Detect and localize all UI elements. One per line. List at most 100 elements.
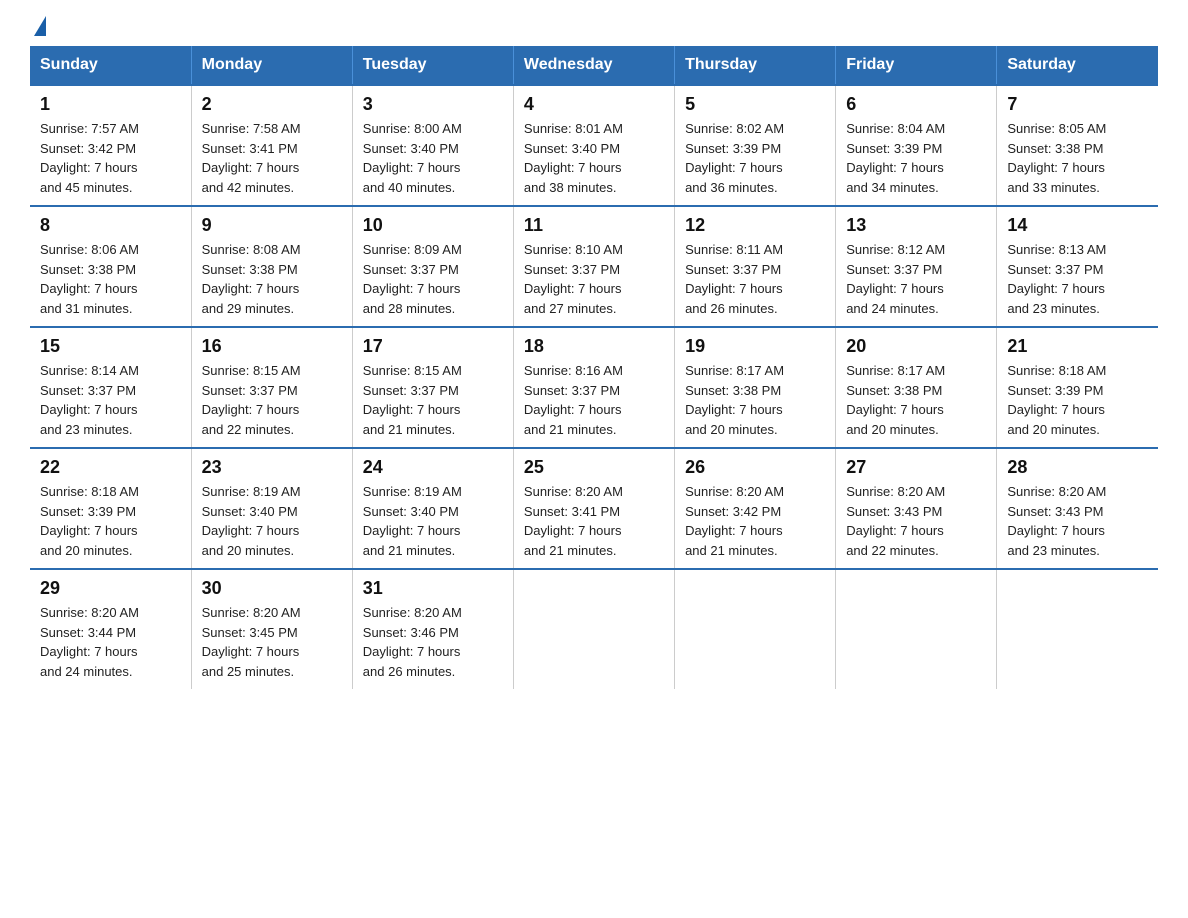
calendar-cell: 20Sunrise: 8:17 AM Sunset: 3:38 PM Dayli… [836,327,997,448]
day-info: Sunrise: 8:09 AM Sunset: 3:37 PM Dayligh… [363,240,503,318]
day-number: 10 [363,215,503,236]
logo-triangle-icon [34,16,46,36]
day-info: Sunrise: 8:20 AM Sunset: 3:43 PM Dayligh… [846,482,986,560]
day-number: 6 [846,94,986,115]
day-number: 16 [202,336,342,357]
day-info: Sunrise: 8:05 AM Sunset: 3:38 PM Dayligh… [1007,119,1148,197]
day-info: Sunrise: 8:06 AM Sunset: 3:38 PM Dayligh… [40,240,181,318]
day-info: Sunrise: 8:19 AM Sunset: 3:40 PM Dayligh… [202,482,342,560]
day-info: Sunrise: 8:15 AM Sunset: 3:37 PM Dayligh… [202,361,342,439]
calendar-week-row: 29 Sunrise: 8:20 AM Sunset: 3:44 PM Dayli… [30,569,1158,689]
calendar-cell: 5 Sunrise: 8:02 AM Sunset: 3:39 PM Daylig… [675,85,836,206]
day-number: 4 [524,94,664,115]
header-tuesday: Tuesday [352,46,513,85]
calendar-cell: 17 Sunrise: 8:15 AM Sunset: 3:37 PM Dayli… [352,327,513,448]
calendar-cell: 18 Sunrise: 8:16 AM Sunset: 3:37 PM Dayli… [513,327,674,448]
day-number: 14 [1007,215,1148,236]
day-number: 12 [685,215,825,236]
day-number: 13 [846,215,986,236]
day-number: 30 [202,578,342,599]
day-number: 24 [363,457,503,478]
calendar-cell: 29 Sunrise: 8:20 AM Sunset: 3:44 PM Dayli… [30,569,191,689]
day-number: 21 [1007,336,1148,357]
calendar-cell: 24 Sunrise: 8:19 AM Sunset: 3:40 PM Dayli… [352,448,513,569]
header-thursday: Thursday [675,46,836,85]
calendar-cell [836,569,997,689]
header-sunday: Sunday [30,46,191,85]
day-info: Sunrise: 8:20 AM Sunset: 3:46 PM Dayligh… [363,603,503,681]
logo [30,20,46,36]
calendar-cell [997,569,1158,689]
day-info: Sunrise: 8:00 AM Sunset: 3:40 PM Dayligh… [363,119,503,197]
day-info: Sunrise: 8:04 AM Sunset: 3:39 PM Dayligh… [846,119,986,197]
day-number: 26 [685,457,825,478]
header-saturday: Saturday [997,46,1158,85]
day-number: 17 [363,336,503,357]
day-number: 27 [846,457,986,478]
calendar-week-row: 8 Sunrise: 8:06 AM Sunset: 3:38 PM Daylig… [30,206,1158,327]
day-number: 3 [363,94,503,115]
calendar-cell: 13 Sunrise: 8:12 AM Sunset: 3:37 PM Dayli… [836,206,997,327]
calendar-table: SundayMondayTuesdayWednesdayThursdayFrid… [30,46,1158,689]
day-info: Sunrise: 7:57 AM Sunset: 3:42 PM Dayligh… [40,119,181,197]
day-info: Sunrise: 8:18 AM Sunset: 3:39 PM Dayligh… [1007,361,1148,439]
calendar-week-row: 15 Sunrise: 8:14 AM Sunset: 3:37 PM Dayli… [30,327,1158,448]
day-info: Sunrise: 7:58 AM Sunset: 3:41 PM Dayligh… [202,119,342,197]
day-info: Sunrise: 8:18 AM Sunset: 3:39 PM Dayligh… [40,482,181,560]
day-info: Sunrise: 8:16 AM Sunset: 3:37 PM Dayligh… [524,361,664,439]
header-friday: Friday [836,46,997,85]
day-info: Sunrise: 8:20 AM Sunset: 3:42 PM Dayligh… [685,482,825,560]
day-number: 18 [524,336,664,357]
day-info: Sunrise: 8:12 AM Sunset: 3:37 PM Dayligh… [846,240,986,318]
calendar-cell: 7Sunrise: 8:05 AM Sunset: 3:38 PM Daylig… [997,85,1158,206]
calendar-cell: 1 Sunrise: 7:57 AM Sunset: 3:42 PM Daylig… [30,85,191,206]
day-info: Sunrise: 8:20 AM Sunset: 3:41 PM Dayligh… [524,482,664,560]
header-wednesday: Wednesday [513,46,674,85]
day-number: 9 [202,215,342,236]
calendar-cell: 26 Sunrise: 8:20 AM Sunset: 3:42 PM Dayli… [675,448,836,569]
calendar-header-row: SundayMondayTuesdayWednesdayThursdayFrid… [30,46,1158,85]
calendar-cell: 15 Sunrise: 8:14 AM Sunset: 3:37 PM Dayli… [30,327,191,448]
day-number: 28 [1007,457,1148,478]
day-number: 15 [40,336,181,357]
calendar-cell: 22 Sunrise: 8:18 AM Sunset: 3:39 PM Dayli… [30,448,191,569]
calendar-cell: 23 Sunrise: 8:19 AM Sunset: 3:40 PM Dayli… [191,448,352,569]
day-number: 8 [40,215,181,236]
day-number: 29 [40,578,181,599]
day-info: Sunrise: 8:08 AM Sunset: 3:38 PM Dayligh… [202,240,342,318]
calendar-cell: 14 Sunrise: 8:13 AM Sunset: 3:37 PM Dayli… [997,206,1158,327]
day-info: Sunrise: 8:01 AM Sunset: 3:40 PM Dayligh… [524,119,664,197]
calendar-cell: 11Sunrise: 8:10 AM Sunset: 3:37 PM Dayli… [513,206,674,327]
calendar-week-row: 1 Sunrise: 7:57 AM Sunset: 3:42 PM Daylig… [30,85,1158,206]
calendar-cell: 31Sunrise: 8:20 AM Sunset: 3:46 PM Dayli… [352,569,513,689]
day-number: 5 [685,94,825,115]
day-info: Sunrise: 8:19 AM Sunset: 3:40 PM Dayligh… [363,482,503,560]
calendar-cell: 4 Sunrise: 8:01 AM Sunset: 3:40 PM Daylig… [513,85,674,206]
day-number: 20 [846,336,986,357]
day-number: 23 [202,457,342,478]
day-info: Sunrise: 8:13 AM Sunset: 3:37 PM Dayligh… [1007,240,1148,318]
calendar-cell: 25 Sunrise: 8:20 AM Sunset: 3:41 PM Dayli… [513,448,674,569]
calendar-cell: 9 Sunrise: 8:08 AM Sunset: 3:38 PM Daylig… [191,206,352,327]
calendar-cell [675,569,836,689]
day-info: Sunrise: 8:20 AM Sunset: 3:44 PM Dayligh… [40,603,181,681]
calendar-cell: 30 Sunrise: 8:20 AM Sunset: 3:45 PM Dayli… [191,569,352,689]
header-monday: Monday [191,46,352,85]
day-info: Sunrise: 8:15 AM Sunset: 3:37 PM Dayligh… [363,361,503,439]
day-number: 22 [40,457,181,478]
day-info: Sunrise: 8:20 AM Sunset: 3:45 PM Dayligh… [202,603,342,681]
calendar-cell: 3 Sunrise: 8:00 AM Sunset: 3:40 PM Daylig… [352,85,513,206]
day-info: Sunrise: 8:02 AM Sunset: 3:39 PM Dayligh… [685,119,825,197]
calendar-cell: 16 Sunrise: 8:15 AM Sunset: 3:37 PM Dayli… [191,327,352,448]
calendar-cell: 27 Sunrise: 8:20 AM Sunset: 3:43 PM Dayli… [836,448,997,569]
day-info: Sunrise: 8:17 AM Sunset: 3:38 PM Dayligh… [685,361,825,439]
day-info: Sunrise: 8:20 AM Sunset: 3:43 PM Dayligh… [1007,482,1148,560]
calendar-cell: 8 Sunrise: 8:06 AM Sunset: 3:38 PM Daylig… [30,206,191,327]
calendar-cell: 2Sunrise: 7:58 AM Sunset: 3:41 PM Daylig… [191,85,352,206]
day-number: 25 [524,457,664,478]
day-number: 11 [524,215,664,236]
calendar-cell: 12Sunrise: 8:11 AM Sunset: 3:37 PM Dayli… [675,206,836,327]
page-header [30,20,1158,36]
day-number: 1 [40,94,181,115]
day-info: Sunrise: 8:14 AM Sunset: 3:37 PM Dayligh… [40,361,181,439]
